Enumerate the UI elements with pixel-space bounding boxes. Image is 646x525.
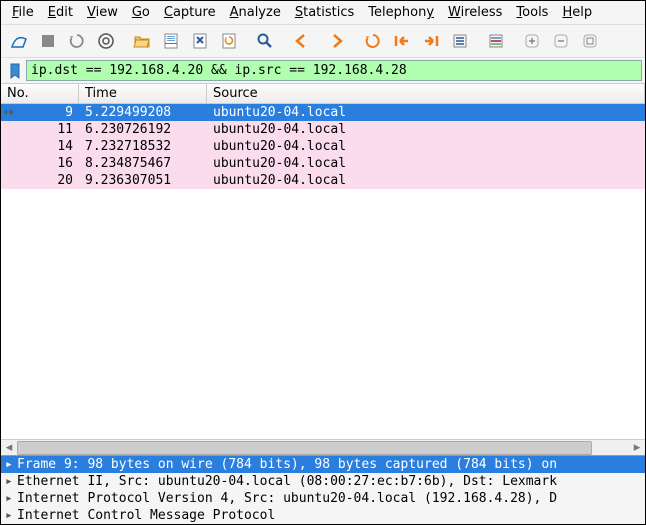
expand-arrow-icon[interactable]: ▸ [5, 456, 17, 473]
menu-edit[interactable]: Edit [41, 3, 80, 22]
packet-list-hscrollbar[interactable]: ◂ ▸ [1, 439, 645, 455]
close-icon[interactable] [186, 27, 214, 55]
menu-bar: FileEditViewGoCaptureAnalyzeStatisticsTe… [1, 1, 645, 25]
expand-arrow-icon[interactable]: ▸ [5, 507, 17, 524]
scroll-thumb[interactable] [17, 441, 592, 455]
reload-icon[interactable] [215, 27, 243, 55]
cell-source: ubuntu20-04.local [207, 104, 645, 121]
scroll-left-icon[interactable]: ◂ [1, 440, 17, 456]
restart-icon[interactable] [63, 27, 91, 55]
cell-time: 9.236307051 [79, 172, 207, 189]
cell-no: 9 [1, 104, 79, 121]
detail-text: Internet Control Message Protocol [17, 507, 275, 524]
cell-source: ubuntu20-04.local [207, 138, 645, 155]
packet-row[interactable]: 209.236307051ubuntu20-04.local [1, 172, 645, 189]
menu-statistics[interactable]: Statistics [288, 3, 361, 22]
menu-go[interactable]: Go [125, 3, 157, 22]
packet-row[interactable]: 95.229499208ubuntu20-04.local [1, 104, 645, 121]
open-icon[interactable] [128, 27, 156, 55]
filter-bar [1, 58, 645, 83]
cell-no: 20 [1, 172, 79, 189]
scroll-right-icon[interactable]: ▸ [629, 440, 645, 456]
menu-wireless[interactable]: Wireless [441, 3, 509, 22]
column-header-no[interactable]: No. [1, 84, 79, 103]
menu-capture[interactable]: Capture [157, 3, 223, 22]
packet-details[interactable]: ▸Frame 9: 98 bytes on wire (784 bits), 9… [1, 455, 645, 524]
detail-line[interactable]: ▸Frame 9: 98 bytes on wire (784 bits), 9… [1, 456, 645, 473]
cell-source: ubuntu20-04.local [207, 121, 645, 138]
shark-fin-icon[interactable] [5, 27, 33, 55]
cell-no: 11 [1, 121, 79, 138]
go-first-icon[interactable] [388, 27, 416, 55]
packet-row[interactable]: 168.234875467ubuntu20-04.local [1, 155, 645, 172]
menu-view[interactable]: View [80, 3, 125, 22]
jump-icon[interactable] [359, 27, 387, 55]
options-icon[interactable] [92, 27, 120, 55]
packet-list-body[interactable]: 95.229499208ubuntu20-04.local116.2307261… [1, 104, 645, 439]
zoom-out-icon[interactable] [547, 27, 575, 55]
zoom-reset-icon[interactable] [576, 27, 604, 55]
menu-file[interactable]: File [5, 3, 41, 22]
go-forward-icon[interactable] [323, 27, 351, 55]
menu-telephon[interactable]: Telephony [361, 3, 441, 22]
detail-text: Frame 9: 98 bytes on wire (784 bits), 98… [17, 456, 557, 473]
toolbar [1, 25, 645, 58]
packet-list: No. Time Source 95.229499208ubuntu20-04.… [1, 83, 645, 455]
menu-analyze[interactable]: Analyze [223, 3, 288, 22]
cell-time: 5.229499208 [79, 104, 207, 121]
detail-line[interactable]: ▸Internet Control Message Protocol [1, 507, 645, 524]
menu-help[interactable]: Help [555, 3, 599, 22]
cell-time: 8.234875467 [79, 155, 207, 172]
detail-line[interactable]: ▸Internet Protocol Version 4, Src: ubunt… [1, 490, 645, 507]
cell-source: ubuntu20-04.local [207, 172, 645, 189]
bookmark-icon[interactable] [7, 63, 23, 79]
detail-text: Internet Protocol Version 4, Src: ubuntu… [17, 490, 557, 507]
zoom-in-icon[interactable] [518, 27, 546, 55]
save-icon[interactable] [157, 27, 185, 55]
detail-line[interactable]: ▸Ethernet II, Src: ubuntu20-04.local (08… [1, 473, 645, 490]
detail-text: Ethernet II, Src: ubuntu20-04.local (08:… [17, 473, 557, 490]
expand-arrow-icon[interactable]: ▸ [5, 490, 17, 507]
packet-list-header: No. Time Source [1, 84, 645, 104]
menu-tools[interactable]: Tools [509, 3, 555, 22]
column-header-source[interactable]: Source [207, 84, 645, 103]
stop-icon[interactable] [34, 27, 62, 55]
cell-time: 6.230726192 [79, 121, 207, 138]
go-last-icon[interactable] [417, 27, 445, 55]
expand-arrow-icon[interactable]: ▸ [5, 473, 17, 490]
column-header-time[interactable]: Time [79, 84, 207, 103]
cell-source: ubuntu20-04.local [207, 155, 645, 172]
cell-no: 14 [1, 138, 79, 155]
cell-time: 7.232718532 [79, 138, 207, 155]
find-icon[interactable] [251, 27, 279, 55]
packet-row[interactable]: 147.232718532ubuntu20-04.local [1, 138, 645, 155]
go-back-icon[interactable] [287, 27, 315, 55]
display-filter-input[interactable] [26, 60, 642, 81]
autoscroll-icon[interactable] [446, 27, 474, 55]
colorize-icon[interactable] [482, 27, 510, 55]
cell-no: 16 [1, 155, 79, 172]
packet-row[interactable]: 116.230726192ubuntu20-04.local [1, 121, 645, 138]
